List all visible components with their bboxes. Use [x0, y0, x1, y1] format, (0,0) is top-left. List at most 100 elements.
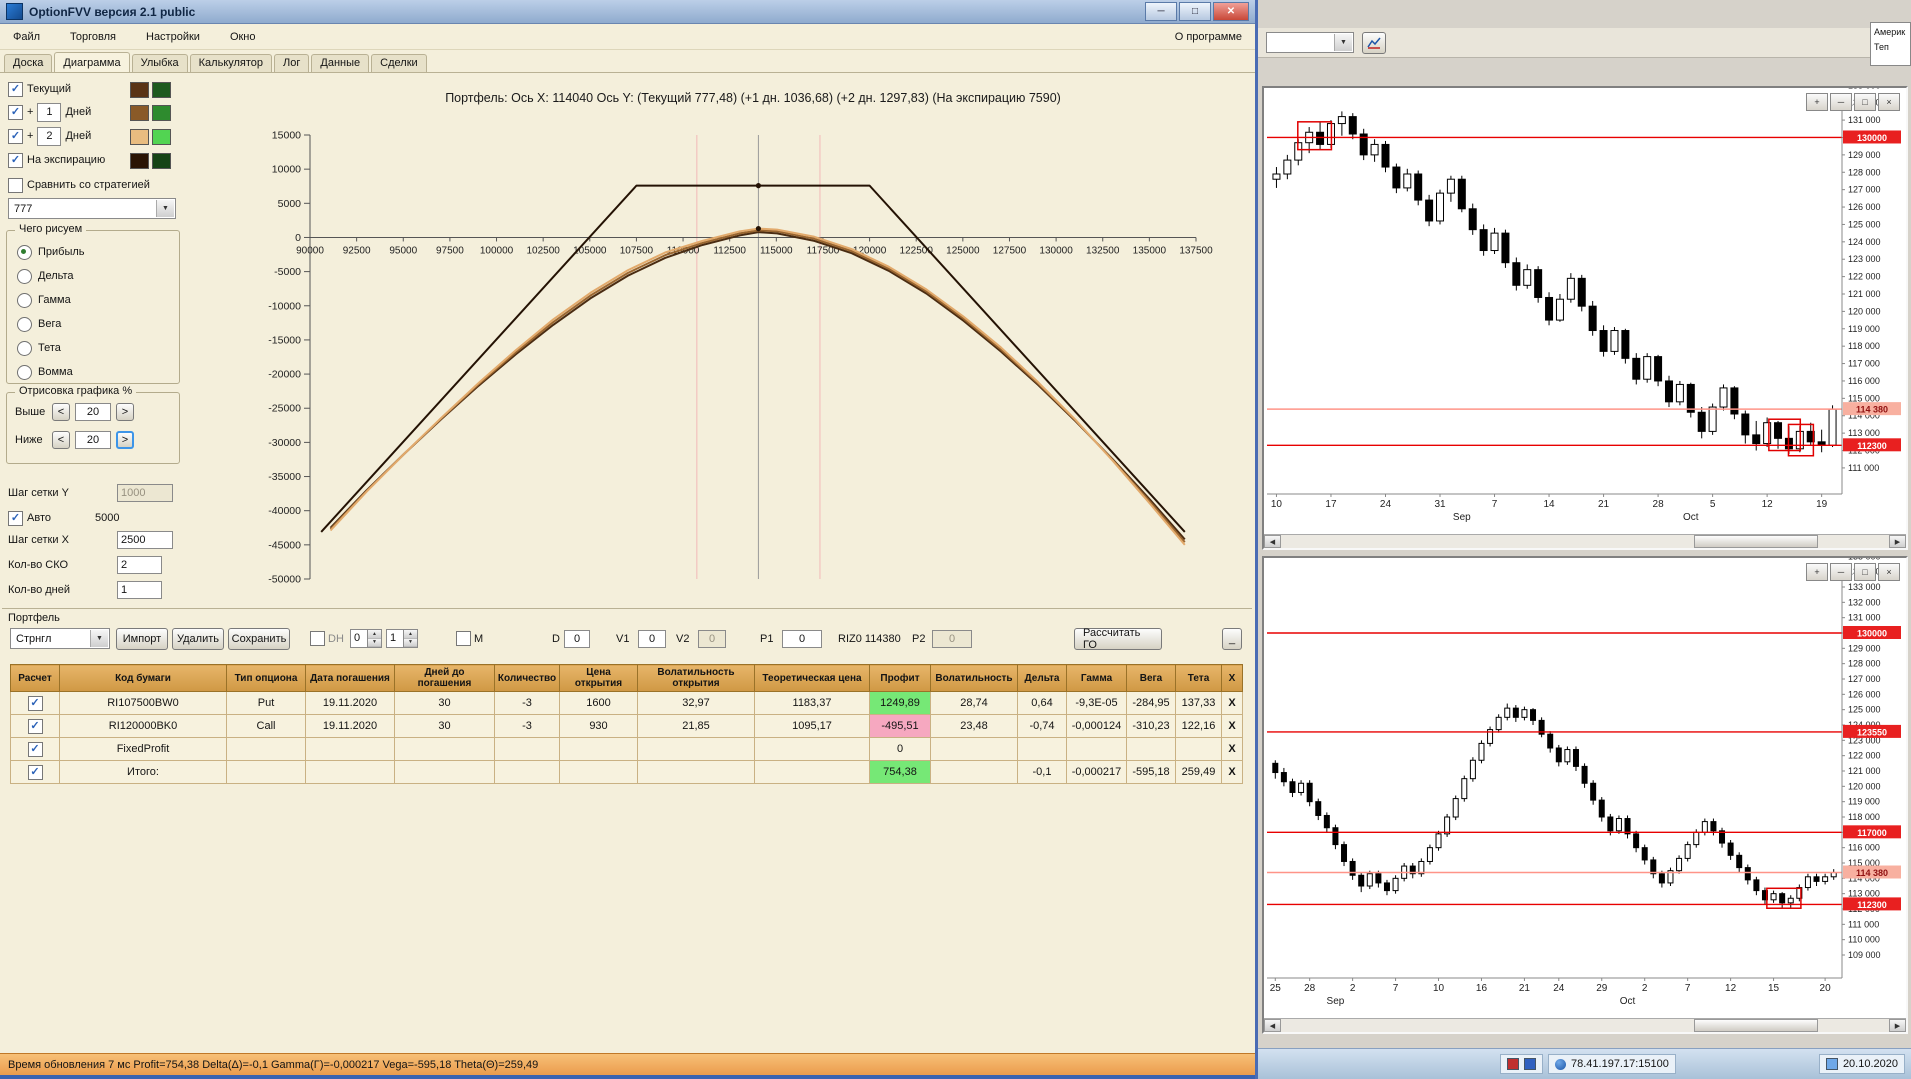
candlestick-chart-bottom[interactable]: 109 000110 000111 000112 000113 000114 0…	[1264, 551, 1906, 1016]
chevron-down-icon[interactable]: ▼	[156, 200, 174, 217]
row-delete-button[interactable]: X	[1221, 691, 1243, 715]
table-cell[interactable]: -9,3E-05	[1066, 691, 1127, 715]
table-cell[interactable]	[394, 760, 495, 784]
table-row[interactable]: ✓ Итого: 754,38 -0,1 -0,000217 -595,18 259,49 X	[10, 760, 1243, 784]
spinner-arrows-icon[interactable]: ▲ ▼	[368, 629, 382, 648]
table-cell[interactable]: 1183,37	[754, 691, 870, 715]
table-cell[interactable]	[394, 737, 495, 761]
table-cell[interactable]	[754, 737, 870, 761]
calc-checkbox-cell[interactable]: ✓	[10, 691, 60, 715]
p2-input[interactable]: 0	[932, 630, 972, 648]
table-cell[interactable]: Итого:	[59, 760, 227, 784]
table-cell[interactable]: 1600	[559, 691, 638, 715]
calc-margin-button[interactable]: Рассчитать ГО	[1074, 627, 1162, 651]
tab-calculator[interactable]: Калькулятор	[189, 54, 273, 72]
tab-board[interactable]: Доска	[4, 54, 53, 72]
tab-data[interactable]: Данные	[311, 54, 370, 72]
above-increase-button[interactable]: >	[116, 403, 134, 421]
table-row[interactable]: ✓ RI120000BK0 Call 19.11.2020 30 -3 930 21,85 10…	[10, 714, 1243, 738]
table-cell[interactable]	[930, 737, 1018, 761]
table-cell[interactable]: RI120000BK0	[59, 714, 227, 738]
tab-smile[interactable]: Улыбка	[131, 54, 188, 72]
table-cell[interactable]: 259,49	[1175, 760, 1222, 784]
calc-checkbox[interactable]: ✓	[27, 764, 43, 780]
table-cell[interactable]: -495,51	[869, 714, 931, 738]
table-cell[interactable]: 0	[869, 737, 931, 761]
payoff-chart-area[interactable]: Портфель: Ось X: 114040 Ось Y: (Текущий …	[224, 72, 1256, 612]
gamma-radio[interactable]	[17, 292, 32, 308]
more-button[interactable]: _	[1222, 628, 1242, 650]
tab-diagram[interactable]: Диаграмма	[54, 52, 130, 72]
symbol-combobox[interactable]: ▼	[1266, 32, 1354, 53]
current-color1-swatch[interactable]	[130, 82, 149, 98]
chart-maximize-button[interactable]: □	[1854, 563, 1876, 581]
chart-tool-button[interactable]	[1362, 31, 1386, 54]
table-cell[interactable]	[1126, 737, 1176, 761]
m-checkbox[interactable]	[456, 631, 471, 646]
auto-checkbox[interactable]: ✓	[8, 510, 23, 526]
table-cell[interactable]: 930	[559, 714, 638, 738]
plus2-color2-swatch[interactable]	[152, 129, 171, 145]
chart-scrollbar[interactable]: ◀ ▶	[1264, 534, 1906, 548]
maximize-button[interactable]: □	[1179, 2, 1211, 21]
table-cell[interactable]: 32,97	[637, 691, 755, 715]
scroll-right-icon[interactable]: ▶	[1889, 1019, 1906, 1032]
table-cell[interactable]	[637, 737, 755, 761]
v2-input[interactable]: 0	[698, 630, 726, 648]
plus1-days-input[interactable]: 1	[37, 102, 62, 122]
dh-spinner-2-value[interactable]: 1	[386, 629, 404, 648]
scrollbar-track[interactable]	[1281, 535, 1889, 548]
plus1-color2-swatch[interactable]	[152, 105, 171, 121]
dh-checkbox[interactable]	[310, 631, 325, 646]
crosshair-tool-button[interactable]: +	[1806, 93, 1828, 111]
titlebar[interactable]: OptionFVV версия 2.1 public ─ □ ✕	[0, 0, 1255, 24]
candle-chart-panel-top[interactable]: + ─ □ × 111 000112 000113 000114 000115 …	[1262, 80, 1908, 550]
spinner-arrows-icon[interactable]: ▲ ▼	[404, 629, 418, 648]
grid-x-input[interactable]: 2500	[117, 531, 173, 549]
scroll-left-icon[interactable]: ◀	[1264, 1019, 1281, 1032]
close-button[interactable]: ✕	[1213, 2, 1249, 21]
table-cell[interactable]: 137,33	[1175, 691, 1222, 715]
table-cell[interactable]: -0,1	[1017, 760, 1067, 784]
current-color2-swatch[interactable]	[152, 82, 171, 98]
table-cell[interactable]: 0,64	[1017, 691, 1067, 715]
table-cell[interactable]	[1066, 737, 1127, 761]
minimize-button[interactable]: ─	[1145, 2, 1177, 21]
table-cell[interactable]: 754,38	[869, 760, 931, 784]
table-cell[interactable]: FixedProfit	[59, 737, 227, 761]
table-cell[interactable]	[305, 737, 395, 761]
calc-checkbox[interactable]: ✓	[27, 695, 43, 711]
delete-button[interactable]: Удалить	[172, 628, 224, 650]
tab-deals[interactable]: Сделки	[371, 54, 427, 72]
table-cell[interactable]	[1175, 737, 1222, 761]
table-cell[interactable]: -3	[494, 714, 560, 738]
chart-close-button[interactable]: ×	[1878, 93, 1900, 111]
dh-spinner-1-value[interactable]: 0	[350, 629, 368, 648]
above-percent-input[interactable]: 20	[75, 403, 111, 421]
table-cell[interactable]: 30	[394, 714, 495, 738]
plus1-checkbox[interactable]: ✓	[8, 104, 23, 120]
preset-select[interactable]: Стрнгл ▼	[10, 628, 110, 649]
table-cell[interactable]: 19.11.2020	[305, 714, 395, 738]
current-checkbox[interactable]: ✓	[8, 81, 23, 97]
table-cell[interactable]: -595,18	[1126, 760, 1176, 784]
calc-checkbox[interactable]: ✓	[27, 741, 43, 757]
chart-close-button[interactable]: ×	[1878, 563, 1900, 581]
table-cell[interactable]	[494, 737, 560, 761]
table-cell[interactable]: -284,95	[1126, 691, 1176, 715]
table-cell[interactable]	[930, 760, 1018, 784]
table-cell[interactable]: Put	[226, 691, 306, 715]
grid-y-input[interactable]: 1000	[117, 484, 173, 502]
menu-about[interactable]: О программе	[1172, 29, 1245, 45]
strategy-select[interactable]: 777 ▼	[8, 198, 176, 219]
v1-input[interactable]: 0	[638, 630, 666, 648]
row-delete-button[interactable]: X	[1221, 760, 1243, 784]
menu-trade[interactable]: Торговля	[67, 29, 119, 45]
scrollbar-thumb[interactable]	[1694, 535, 1819, 548]
table-cell[interactable]	[559, 760, 638, 784]
menu-settings[interactable]: Настройки	[143, 29, 203, 45]
calc-checkbox[interactable]: ✓	[27, 718, 43, 734]
p1-input[interactable]: 0	[782, 630, 822, 648]
scroll-left-icon[interactable]: ◀	[1264, 535, 1281, 548]
save-button[interactable]: Сохранить	[228, 628, 290, 650]
